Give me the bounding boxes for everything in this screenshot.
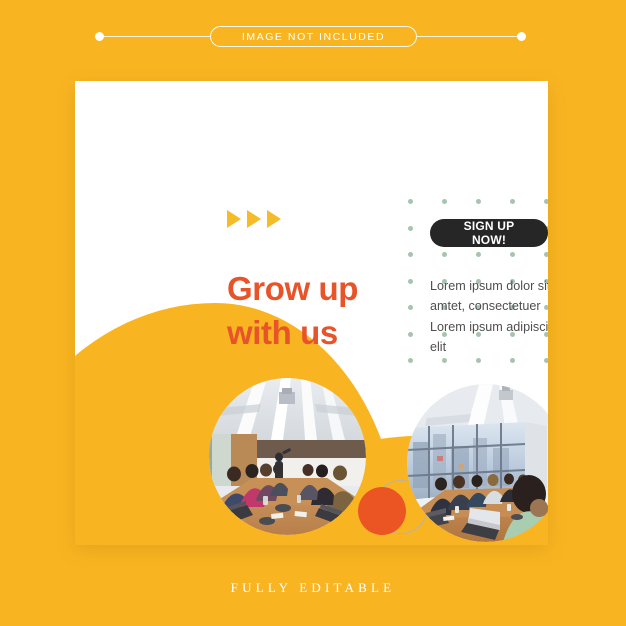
banner-line-left <box>104 36 210 37</box>
grid-dot <box>476 358 481 363</box>
grid-dot <box>442 252 447 257</box>
triangle-right-icon <box>247 210 261 228</box>
banner-line-right <box>417 36 519 37</box>
grid-dot <box>544 252 548 257</box>
grid-dot <box>408 305 413 310</box>
top-banner: IMAGE NOT INCLUDED <box>0 0 626 76</box>
grid-dot <box>476 199 481 204</box>
grid-dot <box>510 358 515 363</box>
photo-left-meeting <box>209 378 366 535</box>
body-copy: Lorem ipsum dolor sit amtet, consectetue… <box>430 279 548 355</box>
banner-label: IMAGE NOT INCLUDED <box>241 30 386 43</box>
grid-dot <box>544 199 548 204</box>
arrow-row-top <box>227 210 281 228</box>
grid-dot <box>408 358 413 363</box>
grid-dot <box>408 252 413 257</box>
grid-dot <box>510 199 515 204</box>
banner-pill: IMAGE NOT INCLUDED <box>210 26 417 47</box>
triangle-right-icon <box>267 210 281 228</box>
sign-up-now-button[interactable]: SIGN UP NOW! <box>430 219 548 247</box>
footer-label: FULLY EDITABLE <box>230 580 396 595</box>
social-post-card: Grow up with us SIGN UP NOW! Lorem ipsum… <box>75 81 548 545</box>
grid-dot <box>408 225 413 231</box>
grid-dot <box>544 358 548 363</box>
grid-dot <box>476 252 481 257</box>
poster-canvas: IMAGE NOT INCLUDED Grow up with us SIGN … <box>0 0 626 626</box>
grid-dot <box>408 331 413 337</box>
orange-circle-decoration <box>358 487 406 535</box>
triangle-right-icon <box>227 210 241 228</box>
grid-dot <box>510 252 515 257</box>
banner-dot-left <box>95 32 104 41</box>
grid-dot <box>408 278 413 284</box>
grid-dot <box>442 199 447 204</box>
banner-dot-right <box>517 32 526 41</box>
grid-dot <box>408 199 413 204</box>
grid-dot <box>442 358 447 363</box>
page-title: Grow up with us <box>227 270 359 351</box>
